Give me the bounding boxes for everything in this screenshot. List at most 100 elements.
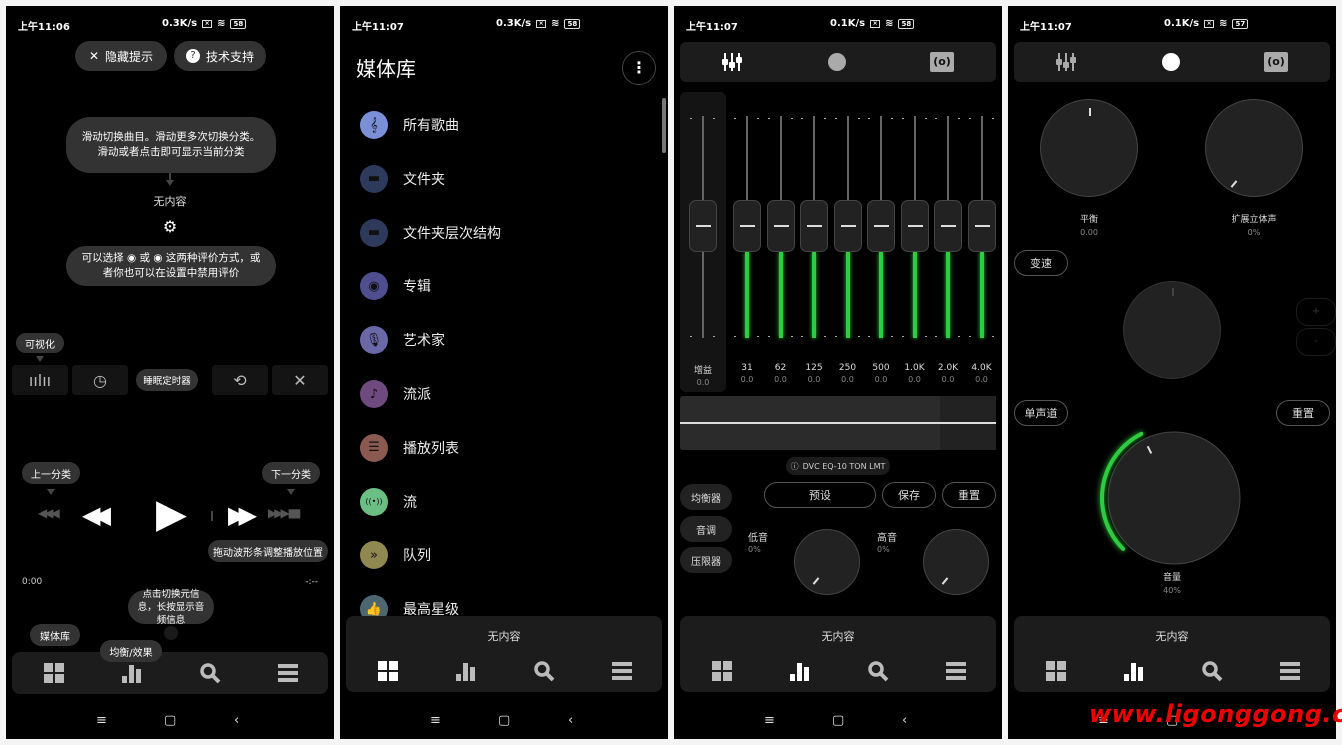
eq-curve-line [680,422,996,424]
slider-thumb[interactable] [800,200,828,252]
tab-tone[interactable]: 音调 [680,516,732,542]
recent-apps-icon[interactable]: ≡ [430,713,441,728]
visualizer-tip: 可视化 [16,333,64,353]
sleep-timer-button[interactable]: ◷ [72,365,128,395]
wifi-icon: ≋ [217,18,226,29]
stereo-expand-knob[interactable] [1205,99,1303,197]
slider-thumb[interactable] [900,200,929,252]
equalizer-bars-icon[interactable] [454,659,478,683]
eq-band-slider[interactable] [898,106,932,356]
search-icon[interactable] [866,659,890,683]
meta-info-button[interactable] [164,626,178,640]
support-button[interactable]: ? 技术支持 [174,41,266,71]
library-item[interactable]: 🎙 艺术家 [360,325,445,355]
menu-icon[interactable] [610,659,634,683]
tab-surround-icon[interactable]: (o) [930,52,954,72]
scrollbar[interactable] [662,98,666,153]
slider-level-fill [912,252,917,338]
library-item[interactable]: ♪ 流派 [360,379,431,409]
recent-apps-icon[interactable]: ≡ [764,713,775,728]
now-playing-empty[interactable]: 无内容 [346,628,662,644]
eq-band-slider[interactable] [797,106,831,356]
tab-knob-icon[interactable] [1162,53,1180,71]
library-item[interactable]: ▬ 文件夹层次结构 [360,218,501,248]
tempo-button[interactable]: 变速 [1014,250,1068,276]
shuffle-button[interactable]: ✕ [272,365,328,395]
library-item[interactable]: 𝄞 所有歌曲 [360,110,459,140]
tempo-minus-button[interactable]: - [1296,328,1336,356]
tab-surround-icon[interactable]: (o) [1264,52,1288,72]
fast-forward-button[interactable]: ▶▶ [228,501,257,529]
eq-band-slider[interactable] [764,106,798,356]
home-icon[interactable]: ▢ [498,713,510,728]
slider-thumb[interactable] [689,200,717,252]
menu-icon[interactable] [276,661,300,685]
library-item[interactable]: » 队列 [360,540,431,570]
eq-band-slider[interactable] [965,106,999,356]
reset-button[interactable]: 重置 [942,482,996,508]
next-category-button[interactable]: ▶▶▶ ▮▮▮ [268,506,301,520]
back-icon[interactable]: ‹ [568,713,573,728]
save-button[interactable]: 保存 [882,482,936,508]
gain-slider[interactable] [686,106,720,356]
slider-thumb[interactable] [867,200,895,252]
menu-icon[interactable] [1278,659,1302,683]
eq-band-slider[interactable] [730,106,764,356]
library-grid-icon[interactable] [376,659,400,683]
wifi-icon: ≋ [885,18,894,29]
visualizer-button[interactable]: ıılıı [12,365,68,395]
treble-knob[interactable] [923,529,989,595]
now-playing-empty[interactable]: 无内容 [1014,628,1330,644]
time-remaining: -:-- [305,577,318,587]
equalizer-bars-icon[interactable] [788,659,812,683]
home-icon[interactable]: ▢ [832,713,844,728]
library-grid-icon[interactable] [1044,659,1068,683]
tab-equalizer-sliders-icon[interactable] [722,51,744,73]
search-icon[interactable] [198,661,222,685]
volume-knob[interactable] [1094,424,1244,574]
gear-icon[interactable]: ⚙ [6,217,334,236]
hide-hints-button[interactable]: ✕ 隐藏提示 [75,41,167,71]
eq-band-slider[interactable] [864,106,898,356]
home-icon[interactable]: ▢ [164,713,176,728]
now-playing-empty[interactable]: 无内容 [680,628,996,644]
tempo-knob[interactable] [1123,281,1221,379]
tab-knob-icon[interactable] [828,53,846,71]
tab-equalizer-sliders-icon[interactable] [1056,51,1078,73]
eq-band-slider[interactable] [831,106,865,356]
library-item[interactable]: ☰ 播放列表 [360,433,459,463]
equalizer-bars-icon[interactable] [1122,659,1146,683]
library-item[interactable]: ((•)) 流 [360,487,417,517]
slider-thumb[interactable] [766,200,795,252]
library-grid-icon[interactable] [710,659,734,683]
preset-button[interactable]: 预设 [764,482,876,508]
library-item[interactable]: ▬ 文件夹 [360,164,445,194]
slider-thumb[interactable] [733,200,761,252]
bass-knob[interactable] [794,529,860,595]
slider-thumb[interactable] [833,200,862,252]
reset-button[interactable]: 重置 [1276,400,1330,426]
balance-knob[interactable] [1040,99,1138,197]
tab-equalizer[interactable]: 均衡器 [680,484,732,510]
library-grid-icon[interactable] [42,661,66,685]
tempo-plus-button[interactable]: + [1296,298,1336,326]
slider-thumb[interactable] [934,200,962,252]
menu-icon[interactable] [944,659,968,683]
slider-thumb[interactable] [967,200,996,252]
mono-button[interactable]: 单声道 [1014,400,1068,426]
library-item[interactable]: ◉ 专辑 [360,271,431,301]
search-icon[interactable] [1200,659,1224,683]
rewind-button[interactable]: ◀◀ [82,501,111,529]
repeat-button[interactable]: ⟲ [212,365,268,395]
equalizer-bars-icon[interactable] [120,661,144,685]
back-icon[interactable]: ‹ [234,713,239,728]
play-button[interactable]: ▶ [156,491,187,537]
more-options-button[interactable]: ⋮ [622,51,656,85]
back-icon[interactable]: ‹ [902,713,907,728]
dvc-info-button[interactable]: ⓘ DVC EQ-10 TON LMT [786,457,890,475]
search-icon[interactable] [532,659,556,683]
tab-limiter[interactable]: 压限器 [680,547,732,573]
eq-band-slider[interactable] [931,106,965,356]
recent-apps-icon[interactable]: ≡ [96,713,107,728]
prev-category-button[interactable]: ◀◀◀ [38,506,60,520]
